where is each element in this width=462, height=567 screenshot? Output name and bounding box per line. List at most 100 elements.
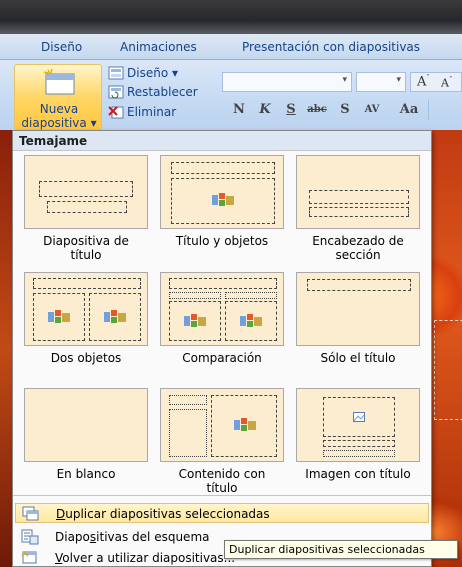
placeholder-picture xyxy=(323,397,395,437)
layout-label: Diseño ▾ xyxy=(127,66,178,80)
tooltip: Duplicar diapositivas seleccionadas xyxy=(224,540,458,559)
placeholder-title xyxy=(39,181,133,197)
change-case-button[interactable]: Aa xyxy=(394,102,424,117)
ribbon-tab-row: Diseño Animaciones Presentación con diap… xyxy=(0,34,462,60)
size-dropdown-arrow-icon: ▾ xyxy=(396,75,401,85)
layout-blank[interactable]: En blanco xyxy=(24,388,152,488)
placeholder-content-left xyxy=(169,301,221,341)
placeholder-title xyxy=(307,279,411,291)
placeholder-heading-left xyxy=(169,292,221,299)
outline-label-pre: Diapo xyxy=(55,530,90,544)
layout-picture-with-caption[interactable]: Imagen con título xyxy=(296,388,424,488)
layout-thumbnail xyxy=(160,388,284,462)
font-family-select[interactable]: ▾ xyxy=(222,72,352,92)
delete-icon xyxy=(108,106,124,119)
placeholder-title xyxy=(169,395,207,405)
layout-caption: Imagen con título xyxy=(305,467,411,481)
placeholder-content xyxy=(211,395,277,457)
duplicate-accesskey: D xyxy=(56,507,66,521)
content-icons xyxy=(212,193,234,206)
placeholder-title xyxy=(169,278,277,289)
placeholder-heading-right xyxy=(225,292,277,299)
selection-outline xyxy=(434,320,462,420)
layout-caption: Sólo el título xyxy=(320,351,396,365)
layout-thumbnail xyxy=(24,155,148,229)
new-slide-icon xyxy=(43,68,75,95)
content-icons xyxy=(184,314,206,327)
layout-caption: Diapositiva de título xyxy=(43,234,129,262)
character-spacing-button[interactable]: AV xyxy=(358,104,386,115)
layout-title-only[interactable]: Sólo el título xyxy=(296,272,424,372)
content-icons xyxy=(234,418,256,431)
new-slide-layout-dropdown: Temajame Diapositiva de título Título y o… xyxy=(12,130,432,567)
italic-button[interactable]: K xyxy=(254,102,276,117)
layout-thumbnail xyxy=(160,155,284,229)
layout-caption: Contenido con título xyxy=(178,467,266,495)
delete-label: Eliminar xyxy=(127,105,177,119)
placeholder-title xyxy=(33,278,141,289)
new-slide-label-1: Nueva xyxy=(39,102,79,116)
gallery-header: Temajame xyxy=(13,131,431,151)
content-icons xyxy=(240,314,262,327)
tab-presentacion[interactable]: Presentación con diapositivas xyxy=(242,40,420,54)
tab-animaciones[interactable]: Animaciones xyxy=(120,40,197,54)
layout-thumbnail xyxy=(24,388,148,462)
layout-two-content[interactable]: Dos objetos xyxy=(24,272,152,372)
tab-diseno[interactable]: Diseño xyxy=(41,40,82,54)
reset-button[interactable]: Restablecer xyxy=(108,85,198,99)
placeholder-title xyxy=(323,440,395,447)
strikethrough-button[interactable]: abc xyxy=(304,104,330,115)
layout-caption: Comparación xyxy=(182,351,262,365)
layout-content-with-caption[interactable]: Contenido con título xyxy=(160,388,288,495)
reuse-slides-icon xyxy=(21,551,37,564)
layout-title-content[interactable]: Título y objetos xyxy=(160,155,288,255)
layout-caption: Dos objetos xyxy=(50,351,122,365)
placeholder-text xyxy=(323,450,395,457)
placeholder-title xyxy=(309,190,409,204)
grow-shrink-font-buttons[interactable]: Aˆ Aˇ xyxy=(410,72,462,92)
duplicate-label: uplicar diapositivas seleccionadas xyxy=(65,507,270,521)
layout-caption: Encabezado de sección xyxy=(312,234,404,262)
layout-thumbnail xyxy=(296,272,420,346)
grow-font-icon[interactable]: Aˆ xyxy=(417,74,430,89)
layout-thumbnail xyxy=(296,155,420,229)
placeholder-title xyxy=(171,162,275,174)
ribbon-separator xyxy=(428,100,429,120)
layout-caption: Título y objetos xyxy=(175,234,269,248)
layout-comparison[interactable]: Comparación xyxy=(160,272,288,372)
outline-slides-icon xyxy=(21,529,39,545)
layout-button[interactable]: Diseño ▾ xyxy=(108,66,178,80)
new-slide-label-2: diapositiva ▾ xyxy=(21,116,97,130)
placeholder-content-right xyxy=(225,301,277,341)
layout-section-header[interactable]: Encabezado de sección xyxy=(296,155,424,262)
delete-slide-button[interactable]: Eliminar xyxy=(108,105,176,119)
content-icons xyxy=(104,310,126,323)
layout-icon xyxy=(108,66,124,80)
layout-thumbnail xyxy=(24,272,148,346)
placeholder-content-right xyxy=(89,293,141,341)
placeholder-content xyxy=(171,178,275,224)
underline-button[interactable]: S xyxy=(280,102,302,117)
placeholder-text xyxy=(169,409,207,457)
menu-separator xyxy=(13,495,431,496)
layout-caption: En blanco xyxy=(56,467,116,481)
placeholder-content-left xyxy=(33,293,85,341)
shadow-button[interactable]: S xyxy=(334,102,356,117)
reset-icon xyxy=(108,85,124,99)
placeholder-subtitle xyxy=(47,201,127,213)
outline-label-post: itivas del esquema xyxy=(96,530,210,544)
layout-title-slide[interactable]: Diapositiva de título xyxy=(24,155,152,262)
bold-button[interactable]: N xyxy=(228,102,250,117)
placeholder-text xyxy=(309,207,409,217)
ribbon-panel: Nueva diapositiva ▾ Diseño ▾ Restablecer… xyxy=(0,60,462,130)
reuse-label: olver a utilizar diapositivas... xyxy=(62,551,236,565)
picture-icon xyxy=(353,412,365,422)
content-icons xyxy=(48,310,70,323)
menu-duplicate-slides[interactable]: Duplicar diapositivas seleccionadas xyxy=(15,503,429,523)
window-title-bar xyxy=(0,0,462,34)
font-size-select[interactable]: ▾ xyxy=(356,72,406,92)
duplicate-slides-icon xyxy=(22,506,39,521)
layout-thumbnail xyxy=(160,272,284,346)
new-slide-button[interactable]: Nueva diapositiva ▾ xyxy=(14,64,102,130)
shrink-font-icon[interactable]: Aˇ xyxy=(441,76,452,90)
